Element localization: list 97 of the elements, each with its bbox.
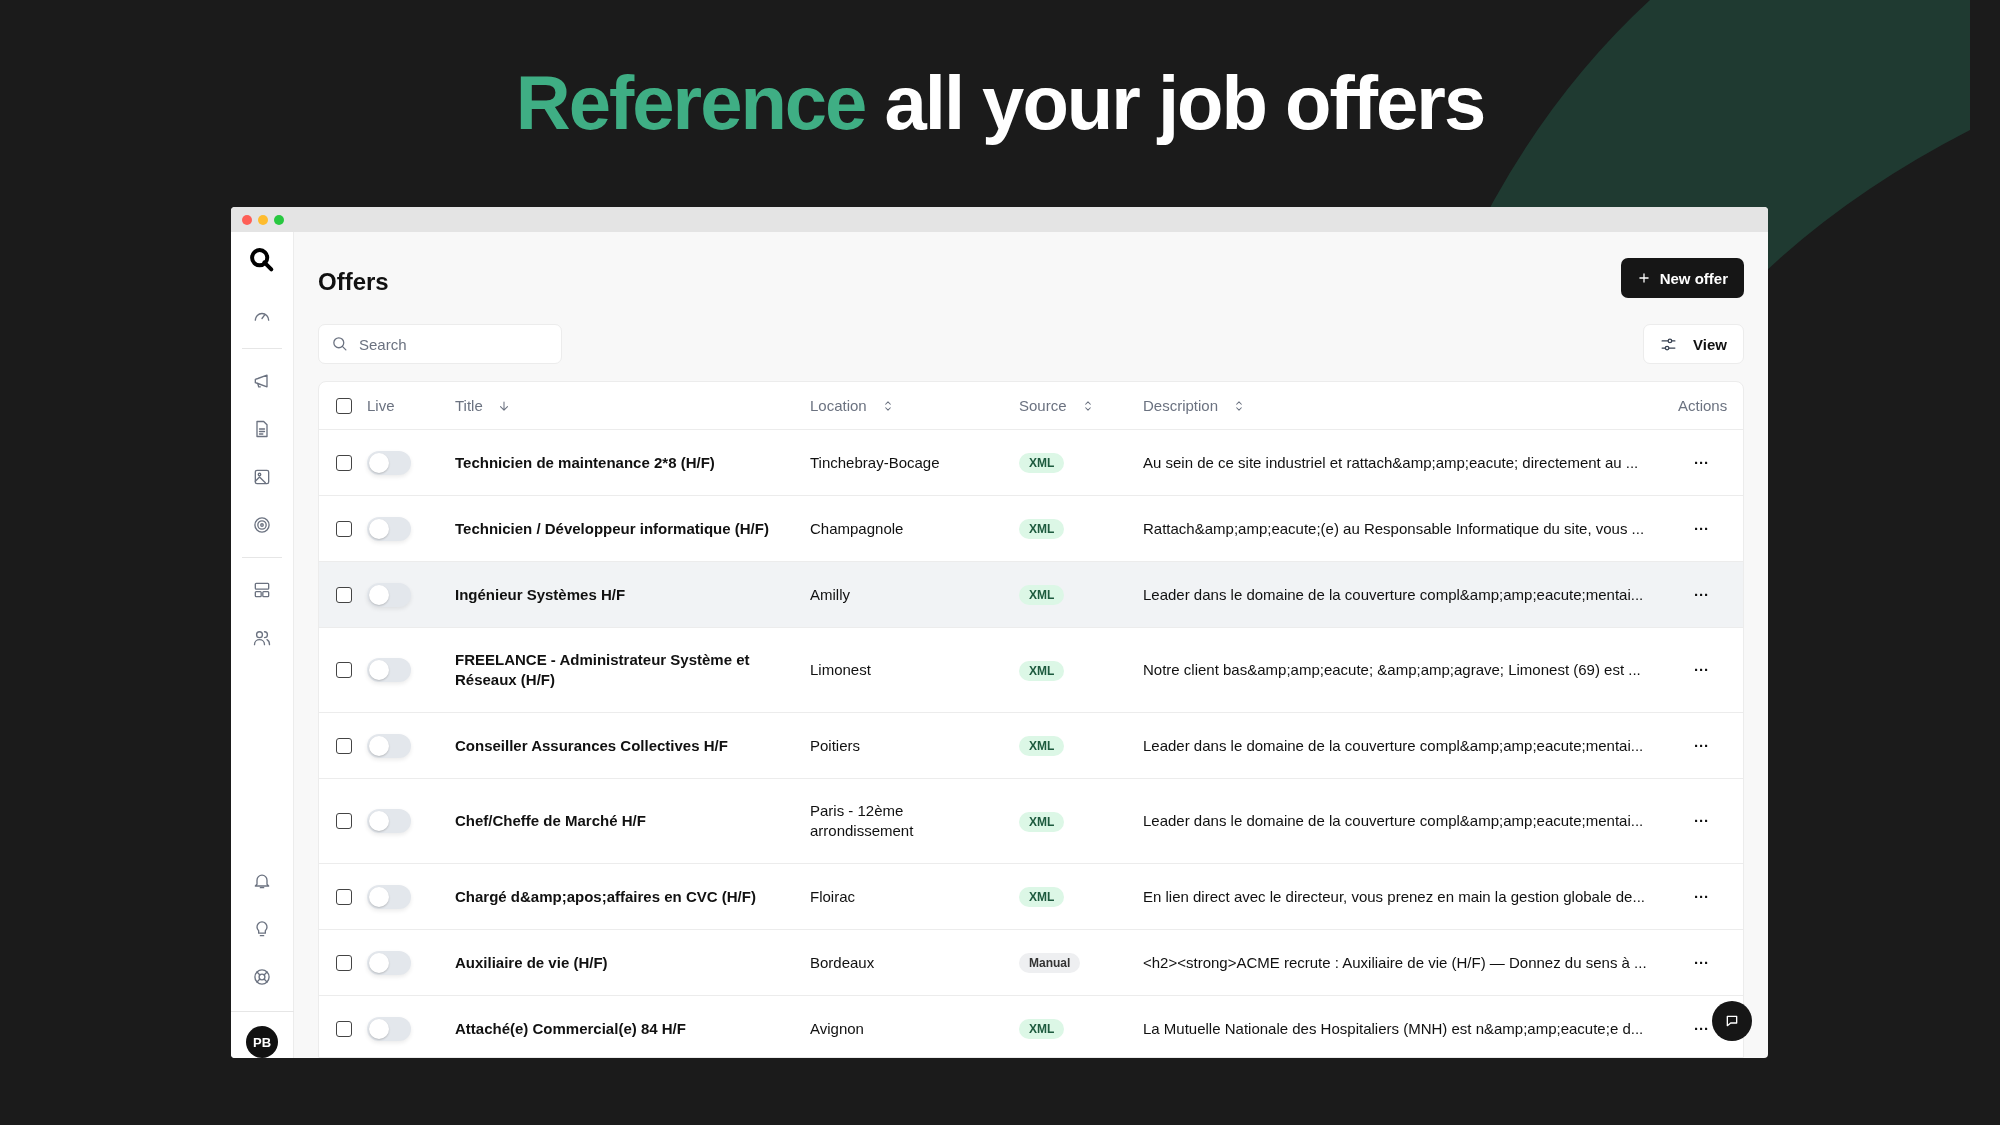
more-actions-button[interactable]: ··· <box>1694 735 1709 756</box>
description-text: Leader dans le domaine de la couverture compl&amp;amp;eacute;mentai... <box>1143 585 1644 603</box>
row-checkbox[interactable] <box>336 888 352 905</box>
location-text: Limonest <box>810 660 872 681</box>
live-toggle[interactable] <box>367 516 411 541</box>
more-actions-button[interactable]: ··· <box>1694 1018 1709 1039</box>
source-tag: XML <box>1019 660 1065 681</box>
offer-title[interactable]: Technicien de maintenance 2*8 (H/F) <box>455 452 790 473</box>
view-button[interactable]: View <box>1643 324 1744 364</box>
location-text: Poitiers <box>810 735 862 756</box>
location-text: Bordeaux <box>810 952 876 973</box>
column-header: Live <box>367 397 395 414</box>
live-toggle[interactable] <box>367 450 411 475</box>
location-text: Floirac <box>810 886 856 907</box>
source-tag: XML <box>1019 1019 1065 1040</box>
more-actions-button[interactable]: ··· <box>1694 811 1709 832</box>
column-header[interactable]: Source <box>1019 397 1095 414</box>
source-tag: XML <box>1019 519 1065 540</box>
source-tag: XML <box>1019 453 1065 474</box>
chat-icon <box>1724 1013 1740 1029</box>
source-tag: Manual <box>1019 953 1081 974</box>
more-actions-button[interactable]: ··· <box>1694 660 1709 681</box>
table-row[interactable]: Chef/Cheffe de Marché H/F Paris - 12ème arrondissement XML Leader dans le domaine de la couverture compl&amp;amp;eacute;mentai... ··· <box>319 778 1743 864</box>
offer-title[interactable]: Chef/Cheffe de Marché H/F <box>455 811 790 832</box>
lifebuoy-icon[interactable] <box>252 967 272 987</box>
offer-title[interactable]: Chargé d&amp;apos;affaires en CVC (H/F) <box>455 886 790 907</box>
source-tag: XML <box>1019 736 1065 757</box>
description-text: <h2><strong>ACME recrute : Auxiliaire de vie (H/F) — Donnez du sens à ... <box>1143 953 1647 971</box>
live-toggle[interactable] <box>367 884 411 909</box>
layout-icon[interactable] <box>252 580 272 600</box>
description-text: Leader dans le domaine de la couverture compl&amp;amp;eacute;mentai... <box>1143 812 1644 830</box>
target-icon[interactable] <box>252 515 272 535</box>
offer-title[interactable]: Ingénieur Systèmes H/F <box>455 584 790 605</box>
table-row[interactable]: FREELANCE - Administrateur Système et Réseaux (H/F) Limonest XML Notre client bas&amp;amp;eacute; &amp;amp;agrave; Limonest (69) est ... ··· <box>319 627 1743 713</box>
description-text: La Mutuelle Nationale des Hospitaliers (MNH) est n&amp;amp;eacute;e d... <box>1143 1019 1644 1037</box>
column-header[interactable]: Title <box>455 397 511 414</box>
plus-icon <box>1636 271 1651 285</box>
offer-title[interactable]: Technicien / Développeur informatique (H/F) <box>455 518 790 539</box>
column-header[interactable]: Location <box>810 397 895 414</box>
row-checkbox[interactable] <box>336 1020 352 1037</box>
new-offer-button[interactable]: New offer <box>1620 258 1744 298</box>
offer-title[interactable]: Attaché(e) Commercial(e) 84 H/F <box>455 1018 790 1039</box>
row-checkbox[interactable] <box>336 737 352 754</box>
offer-title[interactable]: FREELANCE - Administrateur Système et Réseaux (H/F) <box>455 650 790 691</box>
source-tag: XML <box>1019 887 1065 908</box>
image-icon[interactable] <box>252 467 272 487</box>
description-text: Leader dans le domaine de la couverture compl&amp;amp;eacute;mentai... <box>1143 736 1644 754</box>
description-text: Rattach&amp;amp;eacute;(e) au Responsable Informatique du site, vous ... <box>1143 519 1645 537</box>
source-tag: XML <box>1019 585 1065 606</box>
live-toggle[interactable] <box>367 1016 411 1041</box>
more-actions-button[interactable]: ··· <box>1694 584 1709 605</box>
user-avatar[interactable]: PB <box>246 1026 278 1058</box>
description-text: Notre client bas&amp;amp;eacute; &amp;amp;agrave; Limonest (69) est ... <box>1143 661 1641 679</box>
page-title: Offers <box>318 268 389 296</box>
live-toggle[interactable] <box>367 582 411 607</box>
description-text: Au sein de ce site industriel et rattach&amp;amp;eacute; directement au ... <box>1143 453 1639 471</box>
source-tag: XML <box>1019 811 1065 832</box>
headline-text: all your job offers <box>884 60 1485 145</box>
location-text: Amilly <box>810 584 851 605</box>
select-all-checkbox[interactable] <box>336 397 352 414</box>
location-text: Avignon <box>810 1018 865 1039</box>
live-toggle[interactable] <box>367 733 411 758</box>
logo-icon[interactable] <box>248 246 276 274</box>
offer-title[interactable]: Auxiliaire de vie (H/F) <box>455 952 790 973</box>
column-header: Actions <box>1677 397 1728 414</box>
more-actions-button[interactable]: ··· <box>1694 952 1709 973</box>
row-checkbox[interactable] <box>336 662 352 679</box>
row-checkbox[interactable] <box>336 520 352 537</box>
close-dot[interactable] <box>242 214 252 225</box>
location-text: Champagnole <box>810 518 905 539</box>
headline-accent: Reference <box>515 60 866 145</box>
row-checkbox[interactable] <box>336 586 352 603</box>
minimize-dot[interactable] <box>258 214 268 225</box>
table-row[interactable]: Chargé d&amp;apos;affaires en CVC (H/F) Floirac XML En lien direct avec le directeur, vous prenez en main la gestion globale de... ··· <box>319 863 1743 930</box>
zoom-dot[interactable] <box>274 214 284 225</box>
offer-title[interactable]: Conseiller Assurances Collectives H/F <box>455 735 790 756</box>
row-checkbox[interactable] <box>336 813 352 830</box>
live-toggle[interactable] <box>367 658 411 683</box>
live-toggle[interactable] <box>367 809 411 834</box>
table-row[interactable]: Technicien / Développeur informatique (H/F) Champagnole XML Rattach&amp;amp;eacute;(e) au Responsable Informatique du site, vous ... ··· <box>319 495 1743 562</box>
description-text: En lien direct avec le directeur, vous prenez en main la gestion globale de... <box>1143 887 1645 905</box>
live-toggle[interactable] <box>367 950 411 975</box>
search-field[interactable]: Search <box>318 324 562 364</box>
more-actions-button[interactable]: ··· <box>1694 518 1709 539</box>
table-row[interactable]: Ingénieur Systèmes H/F Amilly XML Leader dans le domaine de la couverture compl&amp;amp;eacute;mentai... ··· <box>319 561 1743 628</box>
table-row[interactable]: Auxiliaire de vie (H/F) Bordeaux Manual <h2><strong>ACME recrute : Auxiliaire de vie (H/F) — Donnez du sens à ... ··· <box>319 929 1743 996</box>
column-header[interactable]: Description <box>1143 397 1247 414</box>
row-checkbox[interactable] <box>336 954 352 971</box>
more-actions-button[interactable]: ··· <box>1694 452 1709 473</box>
table-row[interactable]: Technicien de maintenance 2*8 (H/F) Tinchebray-Bocage XML Au sein de ce site industriel et rattach&amp;amp;eacute; directement au ... ··· <box>319 429 1743 496</box>
row-checkbox[interactable] <box>336 454 352 471</box>
users-icon[interactable] <box>252 628 272 648</box>
location-text: Tinchebray-Bocage <box>810 452 941 473</box>
search-icon <box>331 335 348 352</box>
location-text: Paris - 12ème arrondissement <box>810 801 915 842</box>
table-row[interactable]: Conseiller Assurances Collectives H/F Poitiers XML Leader dans le domaine de la couverture compl&amp;amp;eacute;mentai... ··· <box>319 712 1743 779</box>
more-actions-button[interactable]: ··· <box>1694 886 1709 907</box>
